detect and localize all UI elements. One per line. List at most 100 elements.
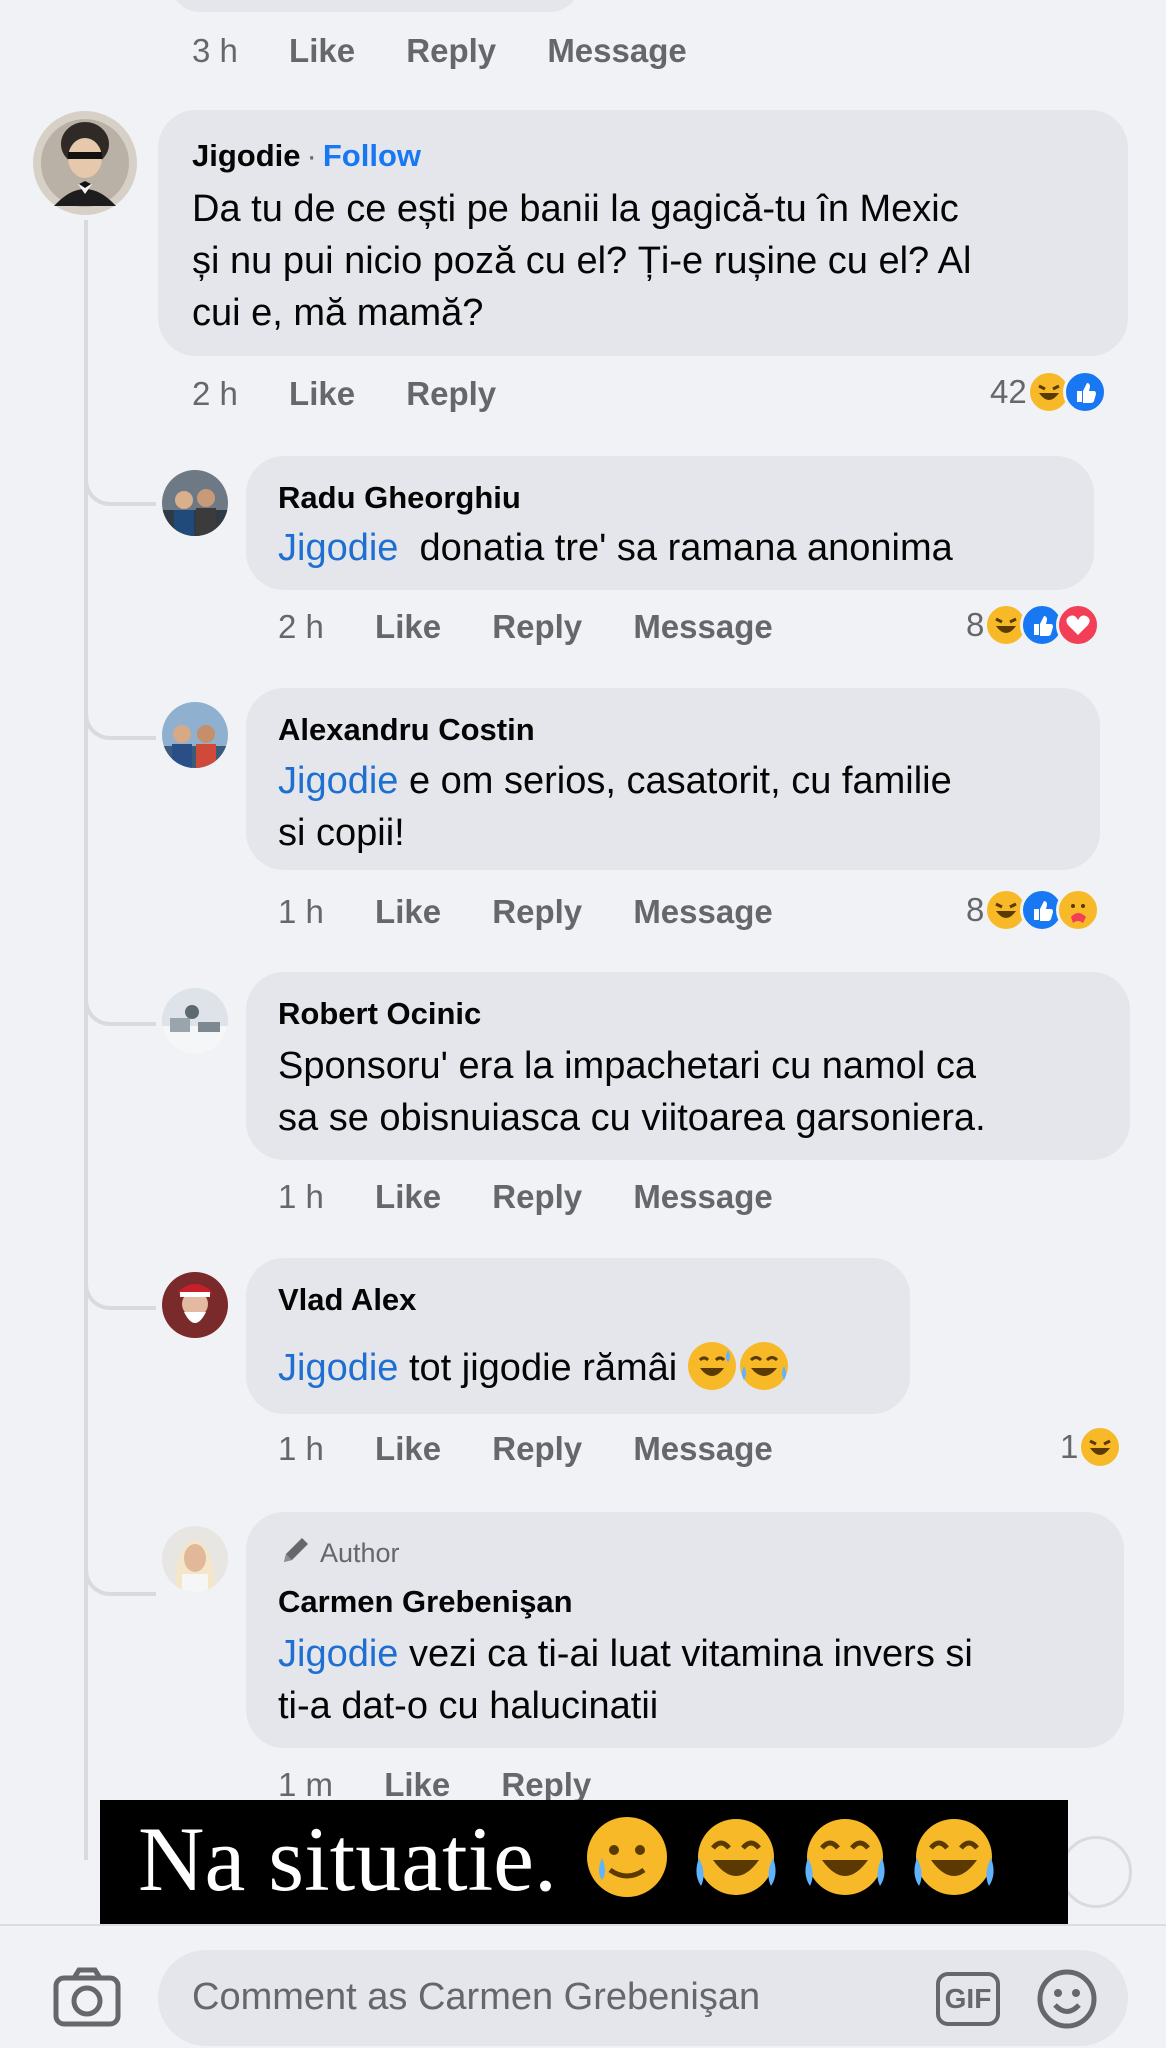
- comment-text-line: și nu pui nicio poză cu el? Ți-e rușine …: [192, 240, 972, 282]
- like-button[interactable]: Like: [289, 32, 355, 69]
- like-reaction-icon: [1062, 370, 1107, 414]
- reaction-count: 1: [1060, 1428, 1079, 1465]
- author-badge: Author: [280, 1534, 400, 1573]
- care-reaction-icon: [1056, 888, 1101, 932]
- user-avatar-image: [162, 1272, 228, 1338]
- like-button[interactable]: Like: [375, 893, 441, 930]
- reply-actions: 1 h Like Reply Message: [278, 1178, 773, 1216]
- thread-branch: [84, 440, 156, 506]
- reply-text-line: sa se obisnuiasca cu viitoarea garsonier…: [278, 1097, 986, 1139]
- reply-text-content: tot jigodie rămâi: [398, 1347, 688, 1389]
- message-button[interactable]: Message: [547, 32, 686, 69]
- reply-text-content: e om serios, casatorit, cu familie: [398, 760, 952, 802]
- like-button[interactable]: Like: [375, 1430, 441, 1467]
- reply-text-line: Jigodie vezi ca ti-ai luat vitamina inve…: [278, 1628, 1108, 1680]
- previous-comment-actions: 3 h Like Reply Message: [192, 32, 687, 70]
- gif-icon[interactable]: GIF: [936, 1972, 1000, 2026]
- comment-text-line: Da tu de ce ești pe banii la gagică-tu î…: [192, 188, 959, 230]
- reply-avatar-placeholder: [1060, 1836, 1132, 1908]
- avatar[interactable]: [162, 1526, 228, 1592]
- reply-text-content: donatia tre' sa ramana anonima: [398, 527, 953, 569]
- avatar[interactable]: [162, 702, 228, 768]
- like-button[interactable]: Like: [289, 375, 355, 412]
- like-button[interactable]: Like: [384, 1766, 450, 1803]
- comment-time: 2 h: [192, 375, 238, 412]
- jigodie-avatar-image: [33, 111, 137, 215]
- reaction-count: 42: [990, 373, 1027, 410]
- avatar[interactable]: [162, 470, 228, 536]
- message-button[interactable]: Message: [633, 893, 772, 930]
- comment-actions: 2 h Like Reply: [192, 375, 496, 413]
- like-button[interactable]: Like: [375, 608, 441, 645]
- reply-actions: 1 h Like Reply Message: [278, 1430, 773, 1468]
- reply-button[interactable]: Reply: [492, 608, 582, 645]
- reaction-count: 8: [966, 891, 985, 928]
- message-button[interactable]: Message: [633, 608, 772, 645]
- comment-author[interactable]: Jigodie · Follow: [192, 138, 421, 174]
- user-avatar-image: [162, 470, 228, 536]
- overlay-caption-banner: Na situatie.: [100, 1800, 1068, 1928]
- reply-author[interactable]: Robert Ocinic: [278, 996, 481, 1032]
- mention-link[interactable]: Jigodie: [278, 1633, 398, 1675]
- like-button[interactable]: Like: [375, 1178, 441, 1215]
- user-avatar-image: [162, 988, 228, 1054]
- haha-reaction-icon: [1078, 1425, 1123, 1469]
- follow-button[interactable]: Follow: [323, 138, 421, 173]
- reaction-summary[interactable]: 8: [966, 886, 1101, 934]
- mention-link[interactable]: Jigodie: [278, 1347, 398, 1389]
- thread-branch: [84, 960, 156, 1026]
- reply-button[interactable]: Reply: [492, 1178, 582, 1215]
- sweat-smile-emoji-icon: [687, 1342, 736, 1390]
- mention-link[interactable]: Jigodie: [278, 760, 398, 802]
- reply-actions: 1 h Like Reply Message: [278, 893, 773, 931]
- separator-dot: ·: [306, 138, 317, 173]
- camera-icon[interactable]: [52, 1966, 122, 2028]
- avatar[interactable]: [162, 988, 228, 1054]
- reply-button[interactable]: Reply: [492, 1430, 582, 1467]
- comment-time: 3 h: [192, 32, 238, 69]
- reaction-summary[interactable]: 42: [990, 368, 1107, 416]
- reaction-summary[interactable]: 1: [1060, 1423, 1123, 1471]
- reply-time: 1 h: [278, 1430, 324, 1467]
- message-button[interactable]: Message: [633, 1178, 772, 1215]
- previous-comment-bubble: [170, 0, 580, 12]
- reply-time: 1 m: [278, 1766, 334, 1803]
- reply-time: 2 h: [278, 608, 324, 645]
- reply-button[interactable]: Reply: [406, 32, 496, 69]
- message-button[interactable]: Message: [633, 1430, 772, 1467]
- thread-branch: [84, 674, 156, 740]
- emoji-icon[interactable]: [1036, 1968, 1098, 2030]
- smile-tear-emoji-icon: [584, 1814, 670, 1900]
- avatar[interactable]: [162, 1272, 228, 1338]
- reply-text: Jigodie tot jigodie rămâi: [278, 1342, 788, 1394]
- user-avatar-image: [162, 1526, 228, 1592]
- reply-text-line: Sponsoru' era la impachetari cu namol ca: [278, 1045, 976, 1087]
- reply-author[interactable]: Alexandru Costin: [278, 712, 535, 748]
- reply-button[interactable]: Reply: [406, 375, 496, 412]
- reply-actions: 2 h Like Reply Message: [278, 608, 773, 646]
- reply-author[interactable]: Radu Gheorghiu: [278, 480, 521, 516]
- gif-label: GIF: [944, 1983, 992, 2014]
- mention-link[interactable]: Jigodie: [278, 527, 398, 569]
- tears-of-joy-emoji-icon: [911, 1814, 997, 1900]
- overlay-caption-text: Na situatie.: [138, 1808, 557, 1910]
- reply-time: 1 h: [278, 1178, 324, 1215]
- reaction-count: 8: [966, 606, 985, 643]
- reply-text-content: vezi ca ti-ai luat vitamina invers si: [398, 1633, 973, 1675]
- reply-actions: 1 m Like Reply: [278, 1766, 591, 1804]
- comment-text-line: cui e, mă mamă?: [192, 292, 484, 334]
- reply-button[interactable]: Reply: [501, 1766, 591, 1803]
- comment-text: Da tu de ce ești pe banii la gagică-tu î…: [192, 183, 1112, 339]
- overlay-caption: Na situatie.: [138, 1806, 997, 1912]
- reply-text: Jigodie e om serios, casatorit, cu famil…: [278, 755, 1088, 859]
- reaction-summary[interactable]: 8: [966, 601, 1101, 649]
- reply-author[interactable]: Carmen Grebenişan: [278, 1584, 573, 1620]
- tears-of-joy-emoji-icon: [693, 1814, 779, 1900]
- tears-of-joy-emoji-icon: [802, 1814, 888, 1900]
- author-name[interactable]: Jigodie: [192, 138, 301, 173]
- comment-input-placeholder[interactable]: Comment as Carmen Grebenişan: [192, 1976, 760, 2019]
- reply-button[interactable]: Reply: [492, 893, 582, 930]
- reply-author[interactable]: Vlad Alex: [278, 1282, 416, 1318]
- avatar[interactable]: [32, 108, 138, 218]
- reply-text-line: ti-a dat-o cu halucinatii: [278, 1685, 659, 1727]
